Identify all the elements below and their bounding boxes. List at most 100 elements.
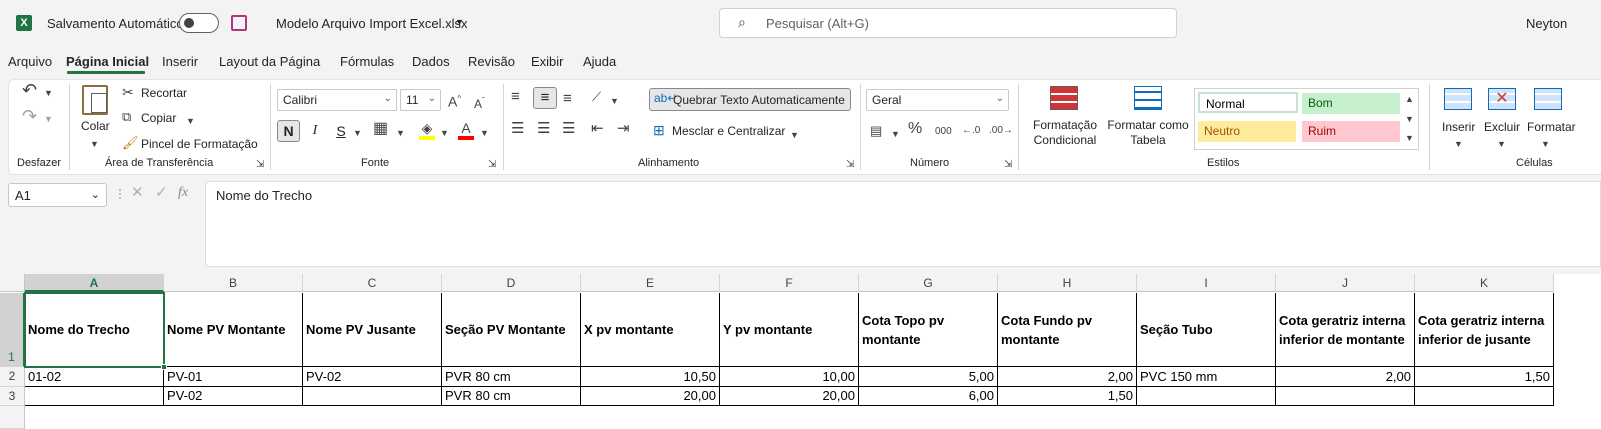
cell-i2[interactable]: PVC 150 mm <box>1137 367 1276 387</box>
menu-tab-4[interactable]: Layout da Página <box>219 54 320 69</box>
cell-j3[interactable] <box>1276 387 1415 406</box>
accounting-chevron-icon[interactable]: ▼ <box>891 126 900 142</box>
cell-f1[interactable]: Y pv montante <box>720 293 859 367</box>
column-header-f[interactable]: F <box>720 274 859 292</box>
insert-function-icon[interactable]: fx <box>178 185 188 201</box>
increase-decimal-icon[interactable]: ←.0 <box>962 123 980 139</box>
cell-g3[interactable]: 6,00 <box>859 387 998 406</box>
cell-j2[interactable]: 2,00 <box>1276 367 1415 387</box>
cell-f3[interactable]: 20,00 <box>720 387 859 406</box>
cell-e2[interactable]: 10,50 <box>581 367 720 387</box>
cell-i3[interactable] <box>1137 387 1276 406</box>
cell-d1[interactable]: Seção PV Montante <box>442 293 581 367</box>
row-header-next[interactable] <box>0 406 25 429</box>
user-name[interactable]: Neyton <box>1526 16 1567 31</box>
paste-button-label[interactable]: Colar <box>81 119 110 133</box>
number-launcher-icon[interactable]: ⇲ <box>1004 157 1012 173</box>
delete-cells-icon[interactable]: ✕ <box>1488 88 1516 110</box>
fill-color-icon[interactable]: ◈ <box>419 120 435 140</box>
column-header-e[interactable]: E <box>581 274 720 292</box>
align-right-icon[interactable]: ☰ <box>562 121 575 137</box>
undo-icon[interactable]: ↶ <box>22 81 37 99</box>
name-box[interactable]: A1 ⌄ <box>8 183 107 207</box>
bold-button[interactable]: N <box>277 120 300 142</box>
menu-tab-9[interactable]: Ajuda <box>583 54 616 69</box>
formula-input[interactable]: Nome do Trecho <box>205 181 1601 267</box>
align-bottom-icon[interactable]: ≡ <box>563 91 572 107</box>
delete-chevron-icon[interactable]: ▼ <box>1497 136 1506 152</box>
cell-h3[interactable]: 1,50 <box>998 387 1137 406</box>
format-cells-icon[interactable] <box>1534 88 1562 110</box>
align-middle-button[interactable]: ≡ <box>533 87 557 109</box>
menu-tab-7[interactable]: Revisão <box>468 54 515 69</box>
increase-indent-icon[interactable]: ⇥ <box>617 121 630 137</box>
conditional-formatting-label[interactable]: Formatação Condicional <box>1032 118 1098 148</box>
row-header-1[interactable]: 1 <box>0 293 25 367</box>
cell-h2[interactable]: 2,00 <box>998 367 1137 387</box>
underline-chevron-icon[interactable]: ▼ <box>353 125 362 141</box>
cell-k1[interactable]: Cota geratriz interna inferior de jusant… <box>1415 293 1554 367</box>
cell-f2[interactable]: 10,00 <box>720 367 859 387</box>
cell-i1[interactable]: Seção Tubo <box>1137 293 1276 367</box>
cell-a1[interactable]: Nome do Trecho <box>25 293 164 367</box>
format-painter-icon[interactable]: 🖌 <box>122 135 139 151</box>
font-color-icon[interactable]: A <box>458 120 474 140</box>
save-icon[interactable] <box>231 15 247 31</box>
cell-a3[interactable] <box>25 387 164 406</box>
thousands-separator-icon[interactable]: 000 <box>935 124 952 140</box>
merge-center-icon[interactable]: ⊞ <box>653 122 665 138</box>
cell-d2[interactable]: PVR 80 cm <box>442 367 581 387</box>
autosave-toggle[interactable] <box>179 13 219 33</box>
font-name-select[interactable]: Calibri ⌄ <box>277 89 397 111</box>
wrap-text-button[interactable]: ab↵ Quebrar Texto Automaticamente <box>649 88 851 111</box>
fill-handle[interactable] <box>161 364 167 370</box>
row-header-2[interactable]: 2 <box>0 367 25 387</box>
underline-button[interactable]: S <box>331 121 351 141</box>
styles-scroll-up-icon[interactable]: ▲ <box>1405 91 1414 107</box>
align-left-icon[interactable]: ☰ <box>511 121 524 137</box>
menu-tab-1[interactable]: Arquivo <box>8 54 52 69</box>
percent-icon[interactable]: % <box>908 121 922 137</box>
cell-c3[interactable] <box>303 387 442 406</box>
cell-b1[interactable]: Nome PV Montante <box>164 293 303 367</box>
cell-k3[interactable] <box>1415 387 1554 406</box>
menu-tab-5[interactable]: Fórmulas <box>340 54 394 69</box>
format-cells-label[interactable]: Formatar <box>1527 120 1576 134</box>
confirm-entry-icon[interactable]: ✓ <box>155 185 168 201</box>
orientation-icon[interactable]: ⟋ <box>592 89 601 105</box>
search-box[interactable]: ⌕ Pesquisar (Alt+G) <box>719 8 1177 38</box>
font-launcher-icon[interactable]: ⇲ <box>488 157 496 173</box>
column-header-c[interactable]: C <box>303 274 442 292</box>
cell-g1[interactable]: Cota Topo pv montante <box>859 293 998 367</box>
column-header-i[interactable]: I <box>1137 274 1276 292</box>
cell-c2[interactable]: PV-02 <box>303 367 442 387</box>
style-good[interactable]: Bom <box>1302 93 1400 114</box>
accounting-format-icon[interactable]: ▤ <box>870 123 882 139</box>
file-name[interactable]: Modelo Arquivo Import Excel.xlsx <box>276 16 467 31</box>
cell-e1[interactable]: X pv montante <box>581 293 720 367</box>
copy-button-label[interactable]: Copiar <box>141 111 176 125</box>
font-color-chevron-icon[interactable]: ▼ <box>480 125 489 141</box>
copy-chevron-icon[interactable]: ▼ <box>186 113 195 129</box>
decrease-font-icon[interactable]: Aˇ <box>474 93 485 112</box>
style-neutral[interactable]: Neutro <box>1198 121 1296 142</box>
select-all-corner[interactable] <box>0 274 25 292</box>
cell-e3[interactable]: 20,00 <box>581 387 720 406</box>
column-header-d[interactable]: D <box>442 274 581 292</box>
italic-button[interactable]: I <box>305 121 325 141</box>
increase-font-icon[interactable]: A^ <box>448 91 461 110</box>
menu-tab-8[interactable]: Exibir <box>531 54 564 69</box>
delete-cells-label[interactable]: Excluir <box>1484 120 1520 134</box>
orientation-chevron-icon[interactable]: ▼ <box>610 93 619 109</box>
cell-j1[interactable]: Cota geratriz interna inferior de montan… <box>1276 293 1415 367</box>
cell-b2[interactable]: PV-01 <box>164 367 303 387</box>
insert-cells-label[interactable]: Inserir <box>1442 120 1475 134</box>
cell-a2[interactable]: 01-02 <box>25 367 164 387</box>
menu-tab-6[interactable]: Dados <box>412 54 450 69</box>
paste-icon[interactable] <box>82 85 108 115</box>
redo-chevron-icon[interactable]: ▼ <box>44 111 53 127</box>
cell-g2[interactable]: 5,00 <box>859 367 998 387</box>
align-center-icon[interactable]: ☰ <box>537 121 550 137</box>
alignment-launcher-icon[interactable]: ⇲ <box>846 157 854 173</box>
copy-icon[interactable]: ⧉ <box>122 109 131 125</box>
